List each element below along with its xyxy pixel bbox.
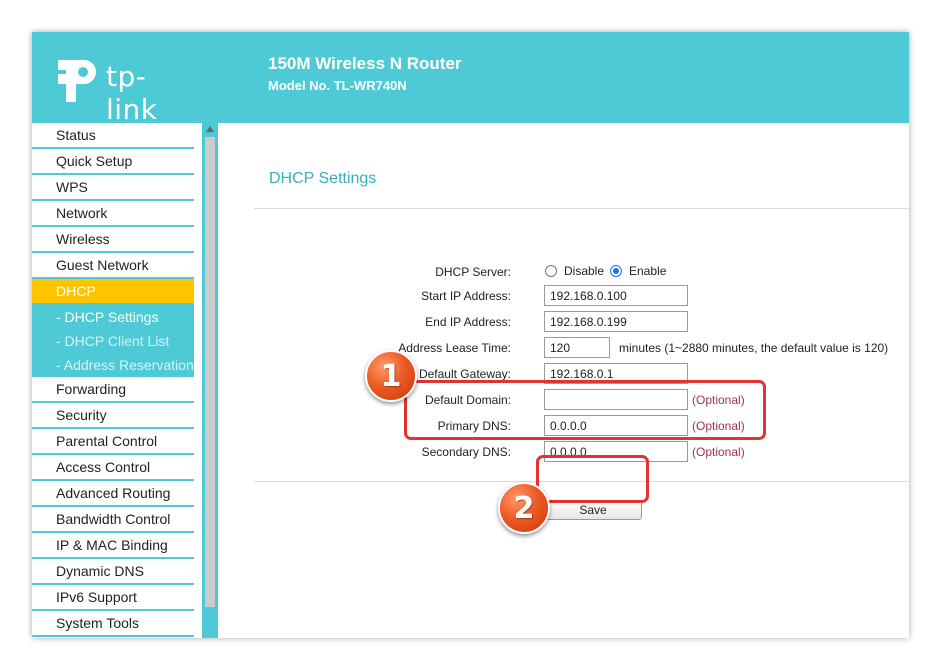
save-highlight-box	[536, 455, 649, 503]
sidebar-item-parental-control[interactable]: Parental Control	[32, 429, 194, 455]
dhcp-server-label: DHCP Server:	[435, 265, 511, 279]
end-ip-field[interactable]	[544, 311, 688, 332]
end-ip-label: End IP Address:	[425, 315, 511, 329]
sidebar-item-wireless[interactable]: Wireless	[32, 227, 194, 253]
sidebar-subitem-dhcp-settings[interactable]: - DHCP Settings	[32, 305, 194, 329]
sidebar-item-bandwidth-control[interactable]: Bandwidth Control	[32, 507, 194, 533]
lease-time-label: Address Lease Time:	[398, 341, 511, 355]
enable-radio[interactable]	[610, 265, 622, 277]
start-ip-row: Start IP Address:	[218, 285, 909, 307]
gateway-label: Default Gateway:	[418, 367, 511, 381]
sidebar-subitem-dhcp-client-list[interactable]: - DHCP Client List	[32, 329, 194, 353]
logo-text: tp-link	[106, 60, 158, 126]
sidebar-item-status[interactable]: Status	[32, 123, 194, 149]
sidebar-item-quick-setup[interactable]: Quick Setup	[32, 149, 194, 175]
lease-time-field[interactable]	[544, 337, 610, 358]
divider	[254, 208, 909, 209]
sidebar-item-network[interactable]: Network	[32, 201, 194, 227]
sidebar-item-guest-network[interactable]: Guest Network	[32, 253, 194, 279]
header-bar: tp-link 150M Wireless N Router Model No.…	[32, 32, 909, 126]
sidebar-item-system-tools[interactable]: System Tools	[32, 611, 194, 637]
sidebar: Status Quick Setup WPS Network Wireless …	[32, 123, 202, 638]
sidebar-item-access-control[interactable]: Access Control	[32, 455, 194, 481]
sidebar-scrollbar[interactable]	[202, 123, 218, 638]
scrollbar-thumb[interactable]	[205, 137, 215, 607]
sidebar-menu: Status Quick Setup WPS Network Wireless …	[32, 123, 194, 637]
sidebar-item-security[interactable]: Security	[32, 403, 194, 429]
dns-highlight-box	[404, 380, 766, 440]
lease-time-row: Address Lease Time: minutes (1~2880 minu…	[218, 337, 909, 359]
sidebar-item-wps[interactable]: WPS	[32, 175, 194, 201]
sidebar-item-advanced-routing[interactable]: Advanced Routing	[32, 481, 194, 507]
start-ip-label: Start IP Address:	[421, 289, 511, 303]
sidebar-item-dhcp[interactable]: DHCP	[32, 279, 194, 305]
sidebar-subitem-address-reservation[interactable]: - Address Reservation	[32, 353, 194, 377]
dhcp-server-row: DHCP Server: Disable Enable	[218, 261, 909, 283]
disable-label: Disable	[564, 264, 605, 278]
save-button[interactable]: Save	[544, 500, 642, 520]
sidebar-item-forwarding[interactable]: Forwarding	[32, 377, 194, 403]
step-1-marker: 1	[365, 350, 417, 402]
disable-radio[interactable]	[545, 265, 557, 277]
secondary-dns-optional: (Optional)	[692, 445, 745, 459]
step-2-marker: 2	[498, 482, 550, 534]
router-title: 150M Wireless N Router	[268, 54, 462, 73]
lease-time-hint: minutes (1~2880 minutes, the default val…	[619, 341, 889, 355]
router-admin-window: tp-link 150M Wireless N Router Model No.…	[32, 32, 909, 638]
tp-link-logo: tp-link	[54, 52, 194, 126]
model-number: Model No. TL-WR740N	[268, 78, 407, 93]
enable-label: Enable	[629, 264, 667, 278]
end-ip-row: End IP Address:	[218, 311, 909, 333]
sidebar-item-dynamic-dns[interactable]: Dynamic DNS	[32, 559, 194, 585]
scroll-up-arrow-icon[interactable]	[206, 126, 214, 132]
start-ip-field[interactable]	[544, 285, 688, 306]
page-title: DHCP Settings	[269, 170, 377, 187]
tp-link-logo-icon	[58, 60, 96, 102]
secondary-dns-label: Secondary DNS:	[421, 445, 511, 459]
sidebar-item-ipv6-support[interactable]: IPv6 Support	[32, 585, 194, 611]
sidebar-item-ip-mac-binding[interactable]: IP & MAC Binding	[32, 533, 194, 559]
